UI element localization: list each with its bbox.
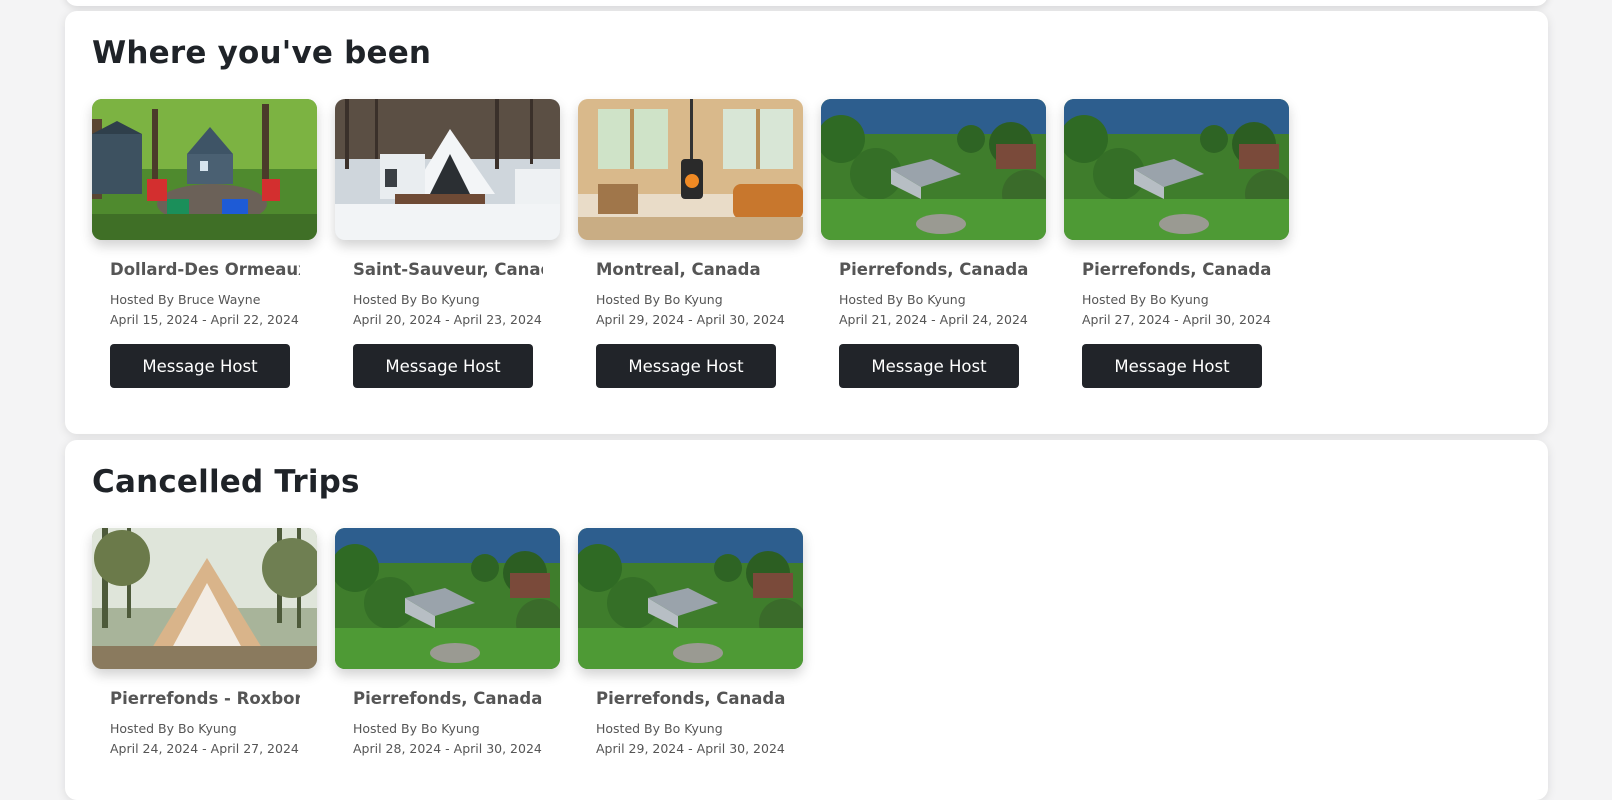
section-title: Where you've been — [92, 35, 432, 71]
trip-host: Hosted By Bo Kyung — [110, 721, 237, 736]
listing-photo[interactable] — [1064, 99, 1289, 240]
listing-photo[interactable] — [335, 99, 560, 240]
trip-host: Hosted By Bo Kyung — [1082, 292, 1209, 307]
trip-card: Pierrefonds, Canada Hosted By Bo Kyung A… — [821, 99, 1046, 388]
lakeside-house-aerial-photo — [821, 99, 1046, 240]
trip-host: Hosted By Bruce Wayne — [110, 292, 261, 307]
living-room-stove-photo — [578, 99, 803, 240]
message-host-button[interactable]: Message Host — [110, 344, 290, 388]
trip-card: Saint-Sauveur, Canada Hosted By Bo Kyung… — [335, 99, 560, 388]
trip-location: Pierrefonds, Canada — [596, 689, 786, 708]
trip-location: Pierrefonds - Roxboro — [110, 689, 300, 708]
trip-dates: April 27, 2024 - April 30, 2024 — [1082, 312, 1271, 327]
trip-card: Pierrefonds, Canada Hosted By Bo Kyung A… — [1064, 99, 1289, 388]
a-frame-tent-photo — [92, 528, 317, 669]
trip-location: Montreal, Canada — [596, 260, 761, 279]
trip-dates: April 21, 2024 - April 24, 2024 — [839, 312, 1028, 327]
trip-dates: April 29, 2024 - April 30, 2024 — [596, 312, 785, 327]
listing-photo[interactable] — [92, 99, 317, 240]
trip-dates: April 28, 2024 - April 30, 2024 — [353, 741, 542, 756]
snowy-a-frame-photo — [335, 99, 560, 240]
trip-card-list: Pierrefonds - Roxboro Hosted By Bo Kyung… — [92, 528, 803, 756]
lakeside-house-aerial-photo — [335, 528, 560, 669]
trip-card: Montreal, Canada Hosted By Bo Kyung Apri… — [578, 99, 803, 388]
trip-location: Dollard-Des Ormeaux, Canada — [110, 260, 300, 279]
listing-photo[interactable] — [92, 528, 317, 669]
trip-card-list: Dollard-Des Ormeaux, Canada Hosted By Br… — [92, 99, 1289, 388]
cancelled-trips-section: Cancelled Trips Pierrefonds - Roxboro Ho… — [65, 440, 1548, 800]
trip-host: Hosted By Bo Kyung — [353, 721, 480, 736]
where-youve-been-section: Where you've been Dollard-Des Ormeau Hos… — [65, 11, 1548, 434]
listing-photo[interactable] — [335, 528, 560, 669]
trip-card: Pierrefonds, Canada Hosted By Bo Kyung A… — [335, 528, 560, 756]
trip-card: Dollard-Des Ormeaux, Canada Hosted By Br… — [92, 99, 317, 388]
trip-dates: April 29, 2024 - April 30, 2024 — [596, 741, 785, 756]
lakeside-house-aerial-photo — [578, 528, 803, 669]
trip-location: Pierrefonds, Canada — [353, 689, 543, 708]
trip-dates: April 24, 2024 - April 27, 2024 — [110, 741, 299, 756]
trip-location: Pierrefonds, Canada — [839, 260, 1029, 279]
lakeside-house-aerial-photo — [1064, 99, 1289, 240]
trip-card: Pierrefonds, Canada Hosted By Bo Kyung A… — [578, 528, 803, 756]
listing-photo[interactable] — [578, 99, 803, 240]
listing-photo[interactable] — [578, 528, 803, 669]
listing-photo[interactable] — [821, 99, 1046, 240]
section-title: Cancelled Trips — [92, 464, 360, 500]
trip-host: Hosted By Bo Kyung — [596, 292, 723, 307]
trip-host: Hosted By Bo Kyung — [839, 292, 966, 307]
trip-location: Pierrefonds, Canada — [1082, 260, 1272, 279]
previous-section-card — [65, 0, 1548, 6]
trip-host: Hosted By Bo Kyung — [596, 721, 723, 736]
message-host-button[interactable]: Message Host — [1082, 344, 1262, 388]
trip-location: Saint-Sauveur, Canada — [353, 260, 543, 279]
message-host-button[interactable]: Message Host — [353, 344, 533, 388]
message-host-button[interactable]: Message Host — [839, 344, 1019, 388]
trip-host: Hosted By Bo Kyung — [353, 292, 480, 307]
trip-dates: April 15, 2024 - April 22, 2024 — [110, 312, 299, 327]
backyard-firepit-photo — [92, 99, 317, 240]
trip-dates: April 20, 2024 - April 23, 2024 — [353, 312, 542, 327]
message-host-button[interactable]: Message Host — [596, 344, 776, 388]
trip-card: Pierrefonds - Roxboro Hosted By Bo Kyung… — [92, 528, 317, 756]
